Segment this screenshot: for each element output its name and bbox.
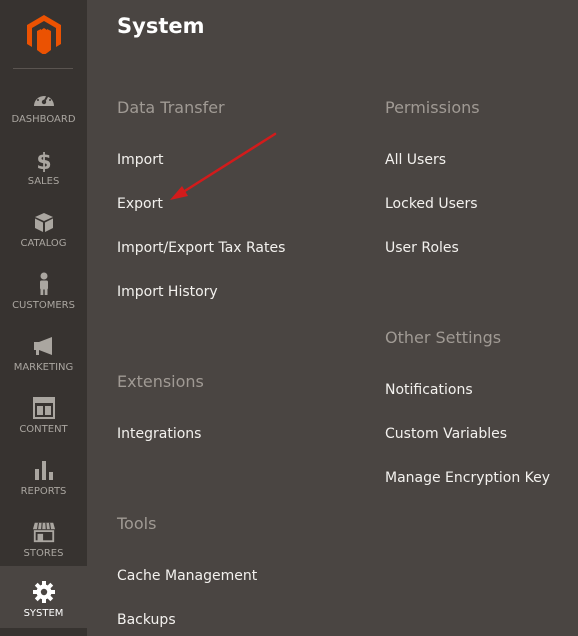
section-title-other-settings: Other Settings [385, 328, 502, 347]
person-icon [32, 272, 56, 296]
system-flyout-panel [87, 0, 578, 636]
section-title-tools: Tools [117, 514, 157, 533]
nav-reports[interactable]: REPORTS [0, 444, 87, 506]
menu-link-import-history[interactable]: Import History [117, 284, 218, 300]
nav-dashboard[interactable]: DASHBOARD [0, 72, 87, 134]
nav-content[interactable]: CONTENT [0, 382, 87, 444]
nav-catalog[interactable]: CATALOG [0, 196, 87, 258]
menu-link-import-export-tax-rates[interactable]: Import/Export Tax Rates [117, 240, 285, 256]
nav-customers[interactable]: CUSTOMERS [0, 258, 87, 320]
admin-sidebar: DASHBOARD $ SALES CATALOG CUSTOMERS MARK… [0, 0, 87, 636]
megaphone-icon [32, 334, 56, 358]
nav-reports-label: REPORTS [20, 486, 67, 497]
nav-marketing-label: MARKETING [13, 362, 74, 373]
menu-link-integrations[interactable]: Integrations [117, 426, 201, 442]
menu-link-notifications[interactable]: Notifications [385, 382, 473, 398]
menu-link-export[interactable]: Export [117, 196, 163, 212]
store-icon [32, 520, 56, 544]
nav-dashboard-label: DASHBOARD [11, 114, 76, 125]
page-title: System [117, 14, 205, 38]
nav-system[interactable]: SYSTEM [0, 566, 87, 628]
nav-stores[interactable]: STORES [0, 506, 87, 568]
menu-link-import[interactable]: Import [117, 152, 163, 168]
magento-logo[interactable] [0, 0, 87, 68]
nav-content-label: CONTENT [19, 424, 68, 435]
nav-stores-label: STORES [23, 548, 64, 559]
section-title-extensions: Extensions [117, 372, 204, 391]
nav-sales-label: SALES [27, 176, 60, 187]
nav-customers-label: CUSTOMERS [12, 300, 75, 311]
menu-link-locked-users[interactable]: Locked Users [385, 196, 478, 212]
menu-link-backups[interactable]: Backups [117, 612, 176, 628]
nav-sales[interactable]: $ SALES [0, 134, 87, 196]
logo-divider [13, 68, 73, 69]
menu-link-user-roles[interactable]: User Roles [385, 240, 459, 256]
nav-catalog-label: CATALOG [20, 238, 67, 249]
menu-link-cache-management[interactable]: Cache Management [117, 568, 257, 584]
box-icon [32, 210, 56, 234]
section-title-data-transfer: Data Transfer [117, 98, 225, 117]
magento-logo-icon [26, 15, 61, 54]
menu-link-custom-variables[interactable]: Custom Variables [385, 426, 507, 442]
nav-system-label: SYSTEM [23, 608, 64, 619]
section-title-permissions: Permissions [385, 98, 480, 117]
gear-icon [32, 580, 56, 604]
nav-marketing[interactable]: MARKETING [0, 320, 87, 382]
layout-icon [32, 396, 56, 420]
dashboard-icon [32, 86, 56, 110]
menu-link-all-users[interactable]: All Users [385, 152, 446, 168]
menu-link-manage-encryption-key[interactable]: Manage Encryption Key [385, 470, 550, 486]
dollar-icon: $ [32, 148, 56, 172]
bar-chart-icon [32, 458, 56, 482]
svg-text:$: $ [36, 150, 51, 172]
